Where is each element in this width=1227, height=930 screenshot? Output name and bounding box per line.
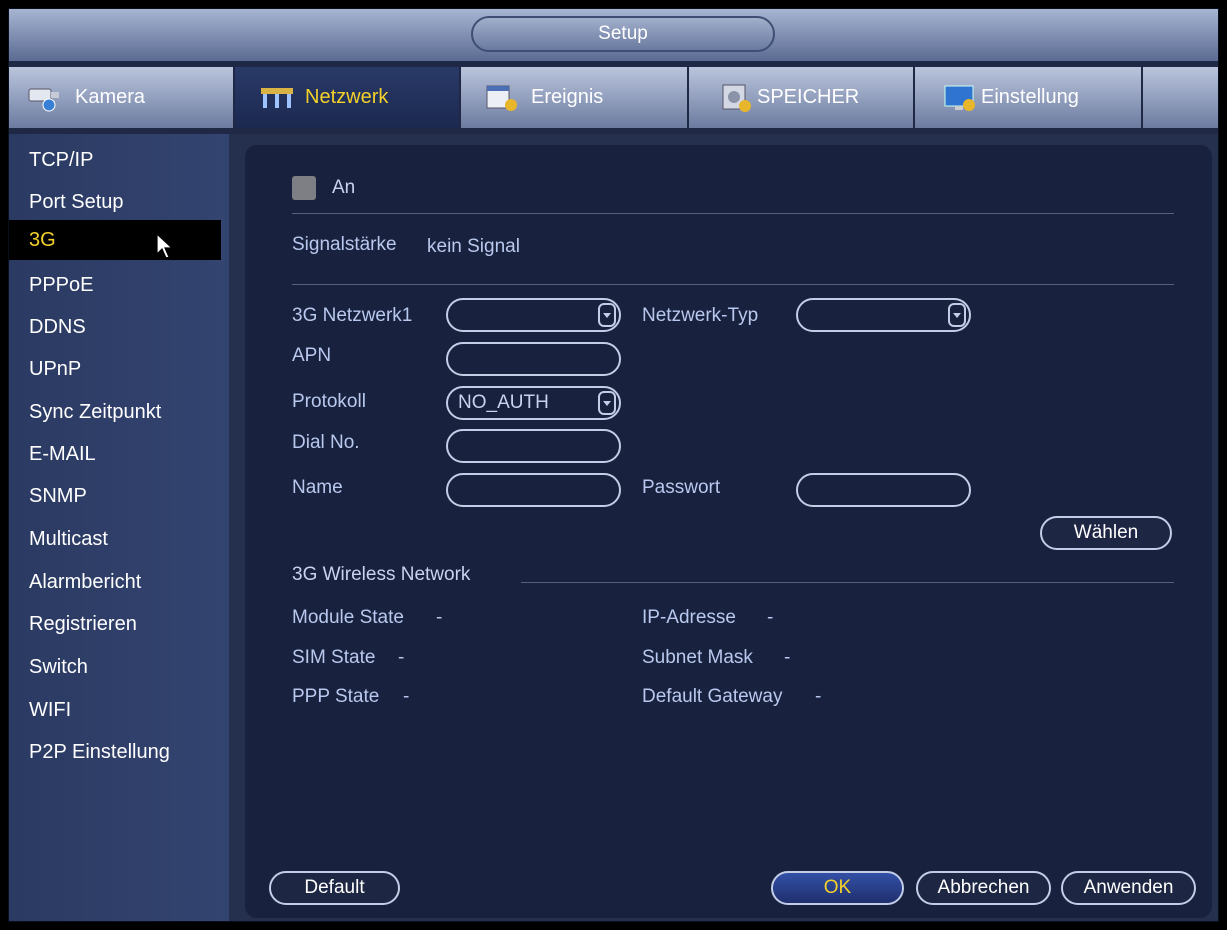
sidebar-item-registrieren[interactable]: Registrieren xyxy=(9,604,221,644)
divider xyxy=(292,284,1174,285)
tab-ereignis[interactable]: Ereignis xyxy=(461,67,689,128)
tab-netzwerk[interactable]: Netzwerk xyxy=(235,67,461,128)
sidebar-item-upnp[interactable]: UPnP xyxy=(9,349,221,389)
protocol-select[interactable]: NO_AUTH xyxy=(446,386,621,420)
tab-kamera[interactable]: Kamera xyxy=(9,67,235,128)
chevron-down-icon xyxy=(948,303,966,327)
mouse-cursor-icon xyxy=(156,232,174,259)
dial-label: Dial No. xyxy=(292,432,360,453)
chevron-down-icon xyxy=(598,391,616,415)
subnet-mask-value: - xyxy=(784,647,791,668)
module-state-label: Module State xyxy=(292,607,404,628)
ip-address-value: - xyxy=(767,607,774,628)
sim-state-label: SIM State xyxy=(292,647,376,668)
wireless-section-title: 3G Wireless Network xyxy=(292,564,471,585)
apn-input[interactable] xyxy=(446,342,621,376)
tab-empty xyxy=(1143,67,1218,128)
apn-label: APN xyxy=(292,345,332,366)
network-icon xyxy=(257,82,297,114)
tab-label: Ereignis xyxy=(531,86,604,108)
tab-label: SPEICHER xyxy=(757,86,860,108)
camera-icon xyxy=(27,82,67,114)
dial-button[interactable]: Wählen xyxy=(1040,516,1172,550)
enable-label: An xyxy=(332,177,356,198)
sidebar-item-sync-zeitpunkt[interactable]: Sync Zeitpunkt xyxy=(9,392,221,432)
sidebar-item-alarmbericht[interactable]: Alarmbericht xyxy=(9,562,221,602)
dial-input[interactable] xyxy=(446,429,621,463)
protocol-label: Protokoll xyxy=(292,391,366,412)
sidebar-item-snmp[interactable]: SNMP xyxy=(9,476,221,516)
divider xyxy=(521,582,1174,583)
default-gateway-label: Default Gateway xyxy=(642,686,783,707)
name-label: Name xyxy=(292,477,343,498)
tab-bar: Kamera Netzwerk Ereignis SPEICHER Einste… xyxy=(9,61,1218,134)
signal-value: kein Signal xyxy=(427,236,520,257)
network-type-select[interactable] xyxy=(796,298,971,332)
sidebar-item-email[interactable]: E-MAIL xyxy=(9,434,221,474)
ppp-state-label: PPP State xyxy=(292,686,380,707)
module-state-value: - xyxy=(436,607,443,628)
tab-einstellung[interactable]: Einstellung xyxy=(915,67,1143,128)
sidebar-item-label: 3G xyxy=(29,229,56,251)
sidebar-item-tcpip[interactable]: TCP/IP xyxy=(9,140,221,180)
tab-label: Kamera xyxy=(75,86,146,108)
settings-icon xyxy=(941,82,981,114)
title-bar: Setup xyxy=(9,9,1218,62)
cancel-button[interactable]: Abbrechen xyxy=(916,871,1051,905)
network-label: 3G Netzwerk1 xyxy=(292,305,413,326)
sidebar-item-p2p-einstellung[interactable]: P2P Einstellung xyxy=(9,732,221,772)
enable-checkbox[interactable] xyxy=(292,176,316,200)
signal-label: Signalstärke xyxy=(292,234,397,255)
chevron-down-icon xyxy=(598,303,616,327)
sidebar-item-3g[interactable]: 3G xyxy=(9,220,221,260)
setup-window: Setup Kamera Netzwerk Ereignis SPEICHER xyxy=(8,8,1219,922)
sidebar-item-wifi[interactable]: WIFI xyxy=(9,690,221,730)
protocol-select-value: NO_AUTH xyxy=(458,392,549,413)
network-type-label: Netzwerk-Typ xyxy=(642,305,759,326)
default-button[interactable]: Default xyxy=(269,871,400,905)
subnet-mask-label: Subnet Mask xyxy=(642,647,753,668)
default-gateway-value: - xyxy=(815,686,822,707)
window-title: Setup xyxy=(471,16,775,52)
ppp-state-value: - xyxy=(403,686,410,707)
sidebar-item-pppoe[interactable]: PPPoE xyxy=(9,265,221,305)
password-label: Passwort xyxy=(642,477,721,498)
tab-label: Einstellung xyxy=(981,86,1079,108)
sidebar-item-switch[interactable]: Switch xyxy=(9,647,221,687)
password-input[interactable] xyxy=(796,473,971,507)
tab-speicher[interactable]: SPEICHER xyxy=(689,67,915,128)
ip-address-label: IP-Adresse xyxy=(642,607,736,628)
sidebar-item-multicast[interactable]: Multicast xyxy=(9,519,221,559)
tab-label: Netzwerk xyxy=(305,86,389,108)
sidebar: TCP/IP Port Setup 3G PPPoE DDNS UPnP Syn… xyxy=(9,134,229,921)
sidebar-item-port-setup[interactable]: Port Setup xyxy=(9,182,221,222)
network-select[interactable] xyxy=(446,298,621,332)
sim-state-value: - xyxy=(398,647,405,668)
sidebar-item-ddns[interactable]: DDNS xyxy=(9,307,221,347)
event-icon xyxy=(483,82,523,114)
ok-button[interactable]: OK xyxy=(771,871,904,905)
apply-button[interactable]: Anwenden xyxy=(1061,871,1196,905)
name-input[interactable] xyxy=(446,473,621,507)
settings-panel: An Signalstärke kein Signal 3G Netzwerk1… xyxy=(245,145,1212,918)
storage-icon xyxy=(717,82,757,114)
divider xyxy=(292,213,1174,214)
